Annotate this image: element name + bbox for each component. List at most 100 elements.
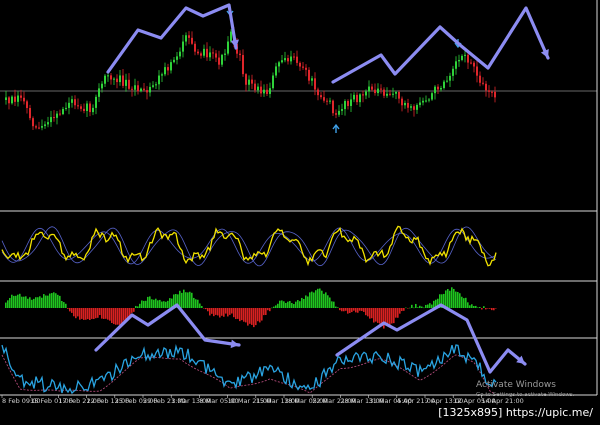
- histogram-bar: [461, 296, 463, 308]
- histogram-bar: [305, 295, 307, 308]
- histogram-bar: [459, 293, 461, 308]
- histogram-bar: [109, 308, 111, 321]
- watermark-title: Activate Windows: [476, 380, 556, 390]
- histogram-bar: [485, 308, 487, 310]
- histogram-bar: [483, 306, 485, 308]
- histogram-bar: [19, 293, 21, 308]
- histogram-bar: [417, 307, 419, 308]
- histogram-bar: [351, 308, 353, 313]
- histogram-bar: [31, 299, 33, 308]
- histogram-bar: [47, 295, 49, 308]
- histogram-bar: [155, 298, 157, 308]
- histogram-bar: [257, 308, 259, 322]
- histogram-bar: [273, 306, 275, 308]
- histogram-bar: [49, 293, 51, 308]
- histogram-bar: [189, 291, 191, 308]
- histogram-bar: [299, 301, 301, 308]
- histogram-bar: [451, 287, 453, 308]
- histogram-bar: [161, 301, 163, 308]
- histogram-bar: [267, 308, 269, 311]
- histogram-bar: [275, 305, 277, 308]
- histogram-bar: [135, 305, 137, 308]
- histogram-bar: [415, 303, 417, 308]
- histogram-bar: [35, 297, 37, 308]
- histogram-bar: [137, 306, 139, 308]
- histogram-bar: [379, 308, 381, 324]
- histogram-bar: [131, 308, 133, 313]
- histogram-bar: [201, 305, 203, 308]
- histogram-bar: [39, 296, 41, 308]
- histogram-bar: [65, 303, 67, 308]
- histogram-bar: [365, 308, 367, 316]
- histogram-bar: [125, 308, 127, 321]
- histogram-bar: [259, 308, 261, 323]
- histogram-bar: [223, 308, 225, 317]
- histogram-bar: [471, 304, 473, 308]
- histogram-bar: [227, 308, 229, 317]
- histogram-bar: [447, 288, 449, 308]
- histogram-bar: [359, 308, 361, 311]
- histogram-bar: [361, 308, 363, 311]
- histogram-bar: [97, 308, 99, 318]
- histogram-bar: [215, 308, 217, 315]
- histogram-bar: [425, 304, 427, 308]
- histogram-bar: [87, 308, 89, 320]
- histogram-bar: [287, 301, 289, 308]
- histogram-bar: [235, 308, 237, 320]
- histogram-bar: [357, 308, 359, 313]
- histogram-bar: [413, 307, 415, 309]
- histogram-bar: [263, 308, 265, 316]
- histogram-bar: [147, 296, 149, 308]
- histogram-bar: [489, 308, 491, 309]
- histogram-bar: [337, 307, 339, 308]
- histogram-bar: [29, 297, 31, 308]
- histogram-bar: [377, 308, 379, 323]
- histogram-bar: [349, 308, 351, 314]
- histogram-bar: [369, 308, 371, 319]
- histogram-bar: [251, 308, 253, 325]
- histogram-bar: [37, 297, 39, 308]
- histogram-bar: [407, 308, 409, 309]
- histogram-bar: [265, 308, 267, 315]
- histogram-bar: [495, 308, 497, 309]
- histogram-bar: [375, 308, 377, 322]
- histogram-bar: [319, 288, 321, 308]
- histogram-bar: [397, 308, 399, 318]
- histogram-bar: [225, 308, 227, 314]
- histogram-bar: [57, 294, 59, 308]
- histogram-bar: [5, 302, 7, 308]
- histogram-bar: [281, 300, 283, 308]
- histogram-bar: [367, 308, 369, 317]
- histogram-bar: [53, 292, 55, 308]
- histogram-bar: [245, 308, 247, 323]
- histogram-bar: [133, 308, 135, 312]
- histogram-bar: [45, 295, 47, 308]
- histogram-bar: [291, 303, 293, 308]
- histogram-bar: [15, 295, 17, 308]
- trading-chart[interactable]: Activate Windows Go to Settings to activ…: [0, 0, 600, 425]
- histogram-bar: [115, 308, 117, 325]
- histogram-bar: [427, 304, 429, 308]
- histogram-bar: [91, 308, 93, 319]
- histogram-bar: [43, 294, 45, 308]
- histogram-bar: [423, 307, 425, 309]
- histogram-bar: [99, 308, 101, 316]
- histogram-bar: [111, 308, 113, 324]
- histogram-bar: [213, 308, 215, 317]
- histogram-bar: [13, 295, 15, 308]
- histogram-bar: [61, 300, 63, 308]
- histogram-bar: [403, 308, 405, 311]
- histogram-bar: [253, 308, 255, 328]
- histogram-bar: [323, 293, 325, 308]
- histogram-bar: [465, 297, 467, 308]
- histogram-bar: [219, 308, 221, 318]
- histogram-bar: [205, 308, 207, 310]
- histogram-bar: [445, 290, 447, 308]
- histogram-bar: [297, 300, 299, 308]
- histogram-bar: [145, 300, 147, 308]
- histogram-bar: [209, 308, 211, 316]
- histogram-bar: [405, 307, 407, 309]
- histogram-bar: [411, 304, 413, 308]
- histogram-bar: [339, 308, 341, 311]
- histogram-bar: [123, 308, 125, 321]
